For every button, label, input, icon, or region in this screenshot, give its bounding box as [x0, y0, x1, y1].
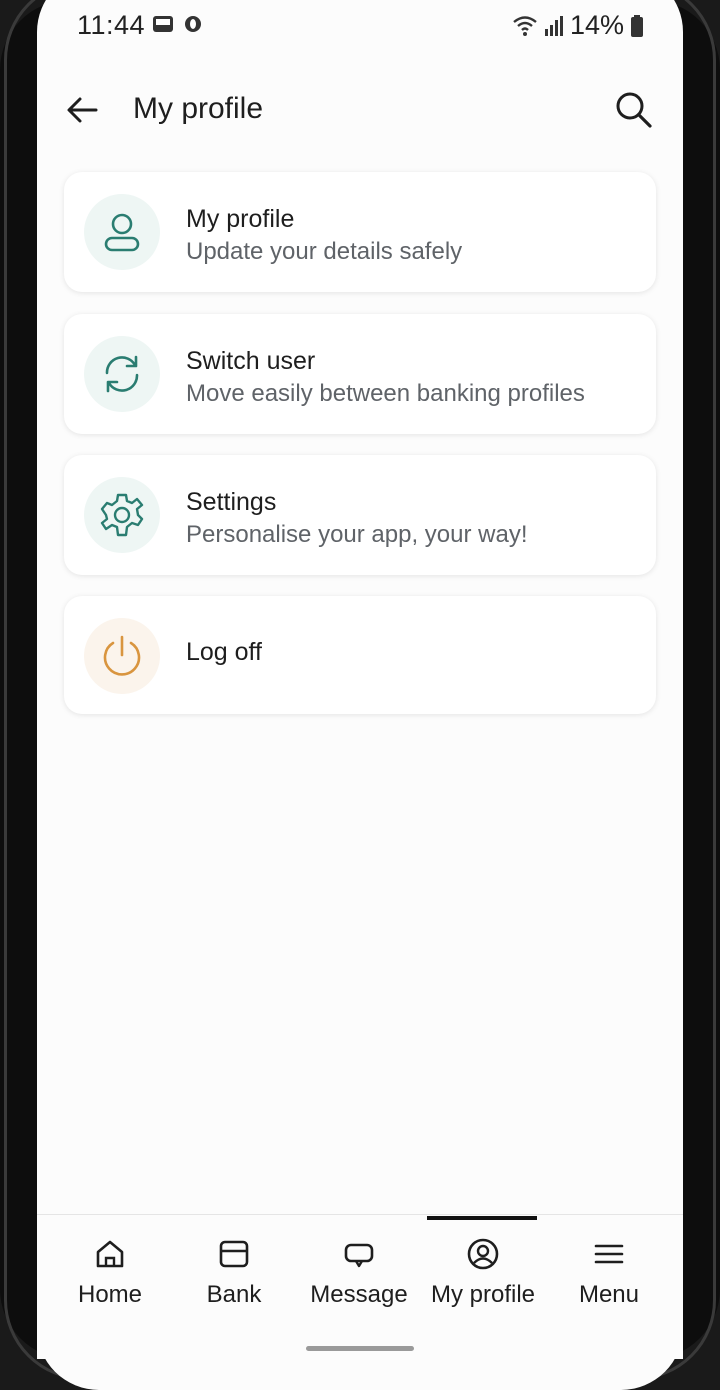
nav-label: Home [77, 1281, 143, 1308]
gear-icon [100, 493, 144, 537]
nav-item-home[interactable]: Home [45, 1237, 175, 1317]
nav-label: Bank [206, 1281, 262, 1308]
wifi-icon [513, 15, 537, 36]
menu-item-my-profile[interactable]: My profile Update your details safely [64, 172, 656, 292]
menu-item-title: My profile [186, 205, 295, 233]
page-title: My profile [133, 92, 264, 125]
menu-item-subtitle: Personalise your app, your way! [186, 521, 528, 548]
app-header: My profile [0, 80, 720, 140]
gallery-icon [153, 16, 173, 32]
nav-label: Menu [578, 1281, 640, 1308]
menu-item-title: Settings [186, 488, 277, 516]
nav-item-message[interactable]: Message [294, 1237, 424, 1317]
bottom-navigation: Home Bank Message My profile Menu [37, 1214, 683, 1359]
menu-item-log-off[interactable]: Log off [64, 596, 656, 714]
menu-item-title: Log off [186, 638, 263, 666]
status-time: 11:44 [77, 10, 146, 40]
notification-dot-icon [185, 16, 201, 32]
profile-icon [467, 1238, 499, 1270]
battery-percentage: 14% [569, 10, 624, 40]
switch-icon-container [84, 336, 160, 412]
gear-icon-container [84, 477, 160, 553]
message-icon [344, 1243, 374, 1268]
menu-item-subtitle: Move easily between banking profiles [186, 380, 585, 407]
back-arrow-icon[interactable] [62, 90, 102, 130]
power-icon [103, 635, 141, 676]
menu-item-subtitle: Update your details safely [186, 238, 463, 265]
card-icon [219, 1240, 249, 1268]
power-icon-container [84, 618, 160, 694]
status-bar: 11:44 14% [0, 0, 720, 55]
signal-icon [544, 15, 563, 36]
search-icon[interactable] [612, 88, 656, 132]
user-icon [104, 213, 140, 252]
menu-item-settings[interactable]: Settings Personalise your app, your way! [64, 455, 656, 575]
home-icon [96, 1240, 124, 1268]
nav-active-indicator [427, 1216, 537, 1220]
hamburger-icon [594, 1244, 624, 1264]
nav-item-my-profile[interactable]: My profile [418, 1237, 548, 1317]
nav-item-menu[interactable]: Menu [544, 1237, 674, 1317]
battery-icon [631, 14, 643, 37]
home-indicator[interactable] [306, 1346, 414, 1351]
switch-icon [105, 355, 139, 393]
user-icon-container [84, 194, 160, 270]
nav-label: My profile [430, 1281, 536, 1308]
nav-item-bank[interactable]: Bank [169, 1237, 299, 1317]
menu-item-switch-user[interactable]: Switch user Move easily between banking … [64, 314, 656, 434]
menu-item-title: Switch user [186, 347, 316, 375]
nav-label: Message [310, 1281, 408, 1308]
